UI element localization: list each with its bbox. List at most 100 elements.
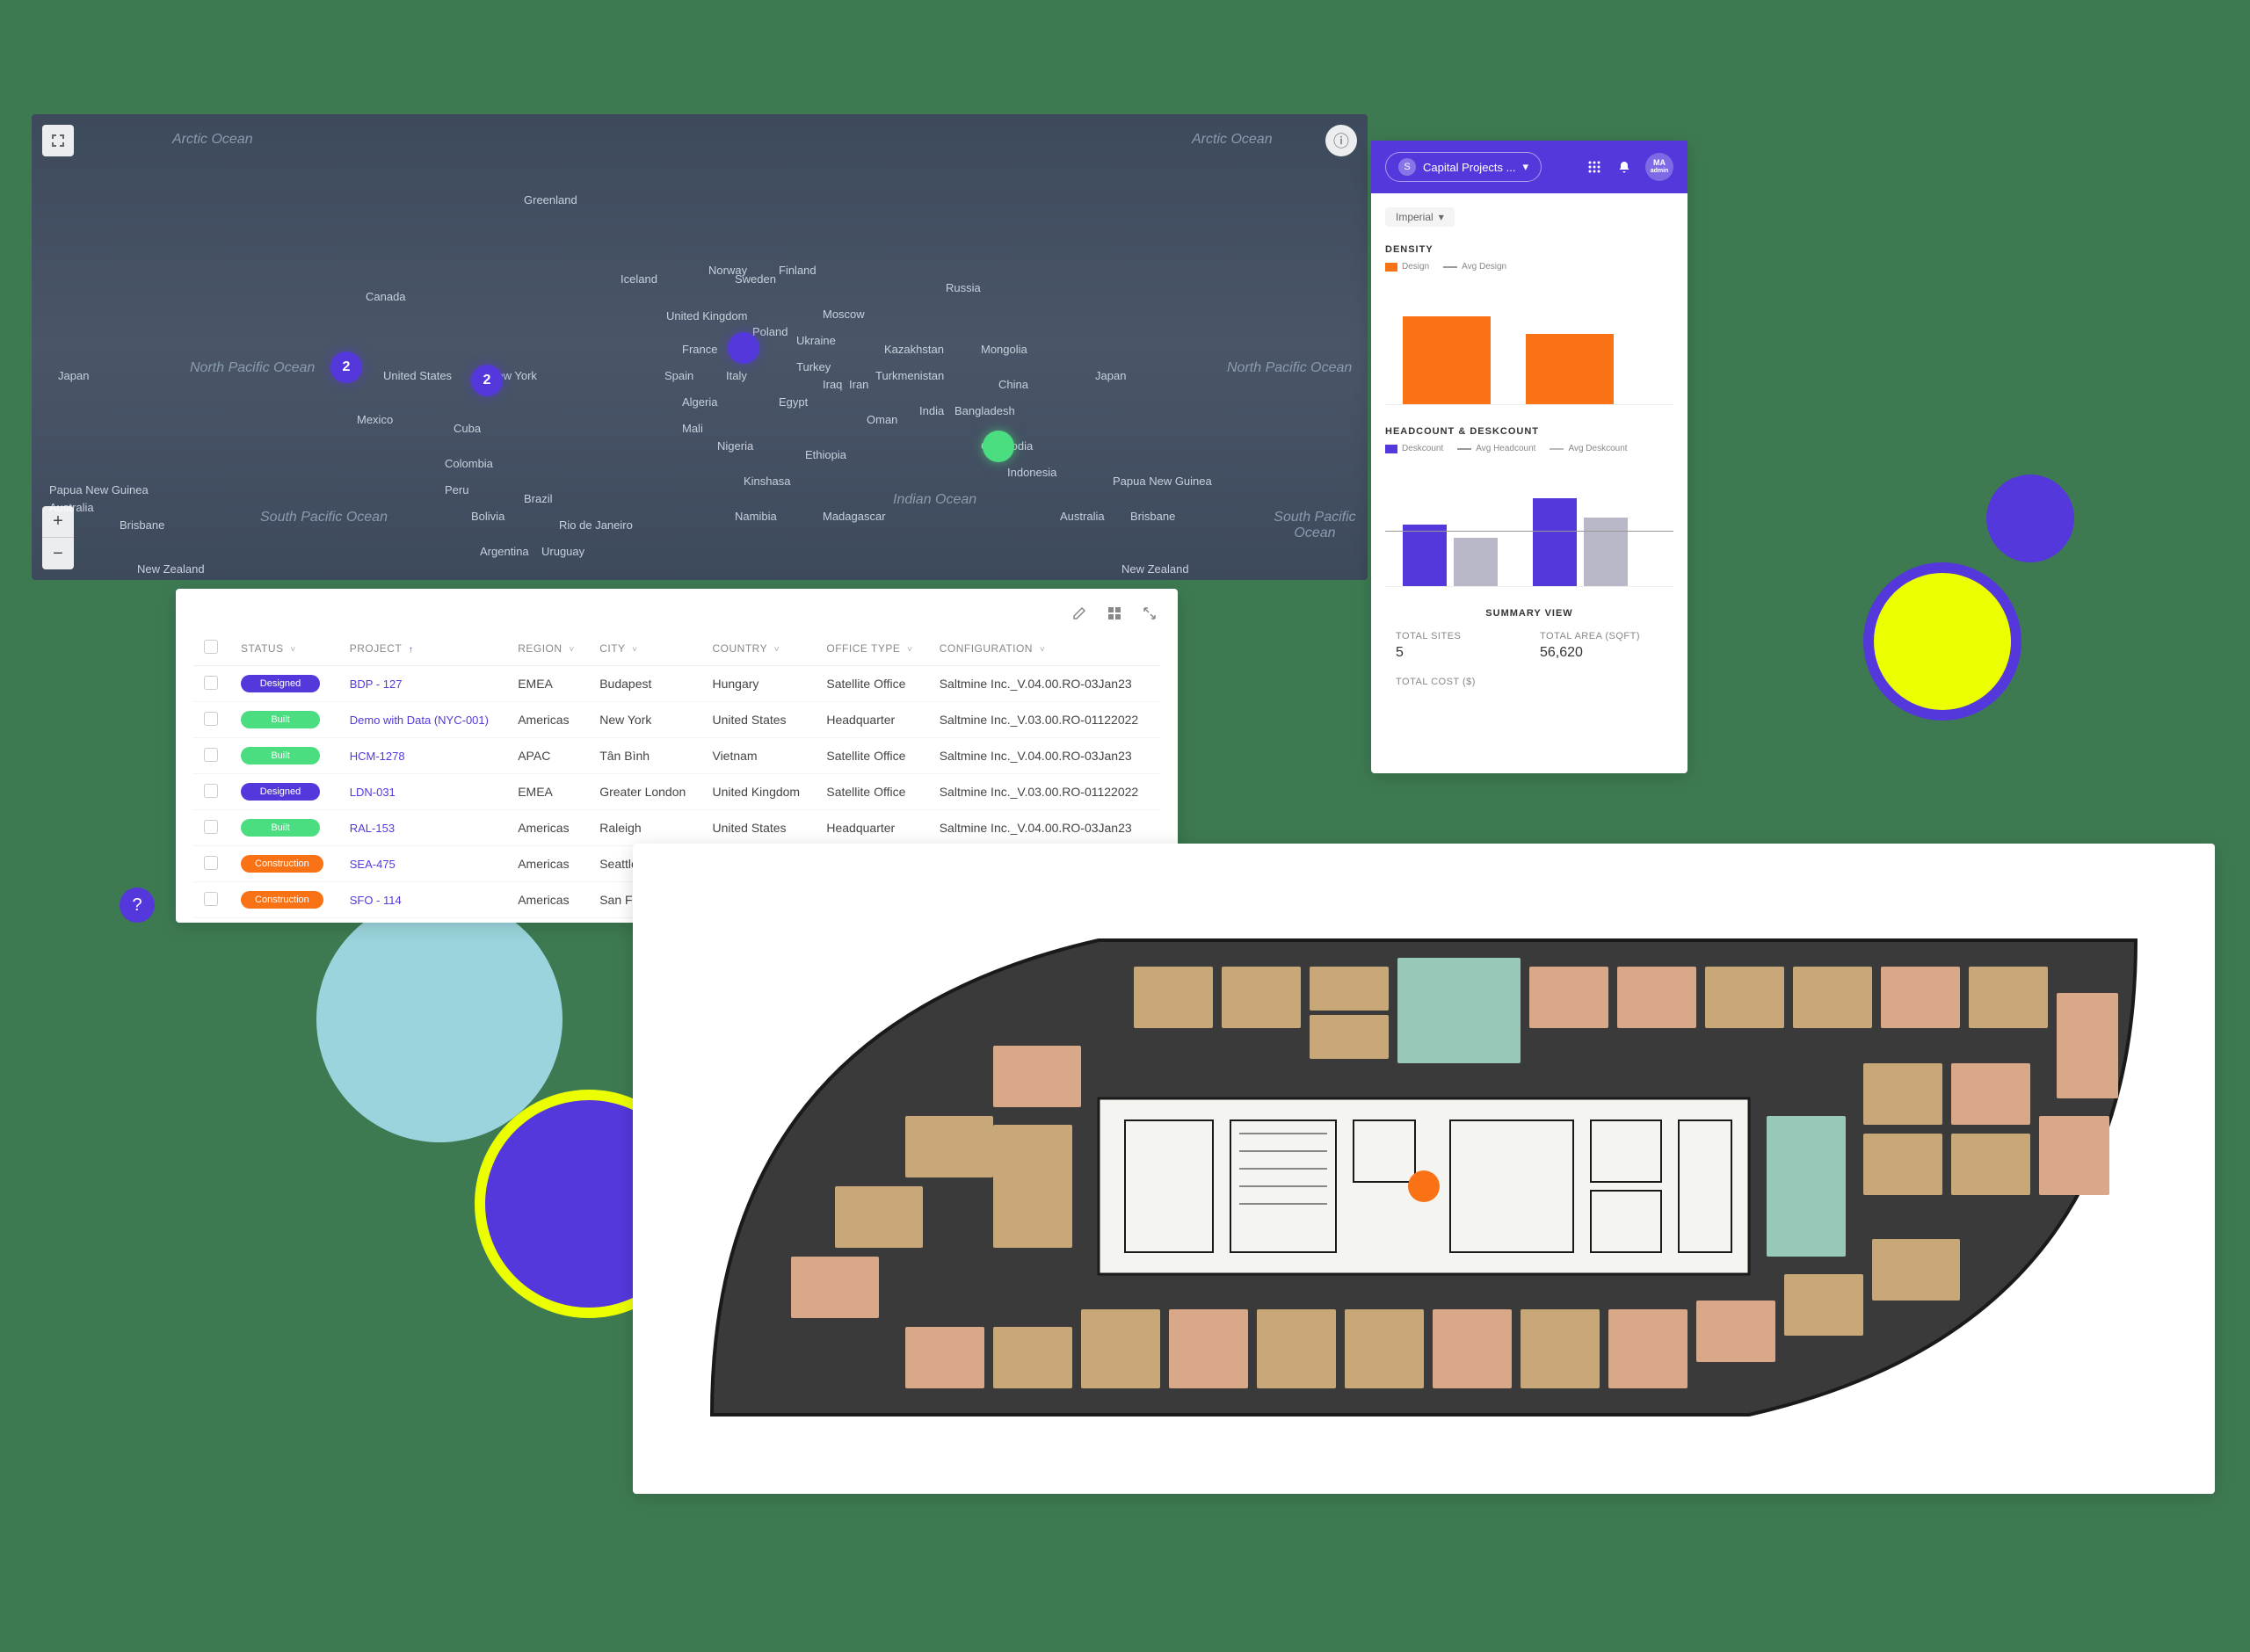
unit-label: Imperial	[1396, 211, 1433, 223]
density-chart	[1385, 282, 1673, 405]
project-link[interactable]: BDP - 127	[350, 677, 403, 691]
country-label: Algeria	[682, 395, 717, 409]
column-header[interactable]: CONFIGURATION ˅	[929, 631, 1160, 666]
country-label: Turkey	[796, 360, 831, 373]
row-checkbox[interactable]	[204, 820, 218, 834]
country-label: Kazakhstan	[884, 343, 944, 356]
info-icon[interactable]: ⓘ	[1325, 125, 1357, 156]
bar	[1403, 316, 1491, 404]
density-chart-section: DENSITY Design Avg Design	[1385, 244, 1673, 405]
cell-region: EMEA	[507, 666, 589, 702]
country-label: Peru	[445, 483, 468, 496]
column-header[interactable]: CITY ˅	[589, 631, 701, 666]
cell-office-type: Satellite Office	[816, 774, 928, 810]
project-link[interactable]: SEA-475	[350, 858, 396, 871]
column-header[interactable]: COUNTRY ˅	[701, 631, 816, 666]
cell-city: Budapest	[589, 666, 701, 702]
sort-icon: ˅	[907, 645, 912, 655]
sort-icon: ˅	[1040, 645, 1045, 655]
country-label: China	[998, 378, 1028, 391]
project-link[interactable]: Demo with Data (NYC-001)	[350, 714, 489, 727]
legend-label: Avg Headcount	[1476, 444, 1535, 453]
headcount-chart-section: HEADCOUNT & DESKCOUNT Deskcount Avg Head…	[1385, 426, 1673, 587]
floorplan-canvas[interactable]	[659, 870, 2188, 1467]
country-label: Finland	[779, 264, 817, 277]
table-row[interactable]: BuiltHCM-1278APACTân BìnhVietnamSatellit…	[193, 738, 1160, 774]
status-pill: Construction	[241, 855, 323, 873]
workspace-badge: S	[1398, 158, 1416, 176]
cell-region: EMEA	[507, 774, 589, 810]
row-checkbox[interactable]	[204, 748, 218, 762]
legend-label: Deskcount	[1402, 444, 1443, 453]
zoom-out-button[interactable]: −	[42, 538, 74, 569]
legend-label: Avg Deskcount	[1568, 444, 1627, 453]
cell-city: Tân Bình	[589, 738, 701, 774]
chart-legend: Design Avg Design	[1385, 262, 1673, 272]
cell-config: Saltmine Inc._V.03.00.RO-01122022	[929, 774, 1160, 810]
expand-icon[interactable]	[1139, 603, 1160, 624]
legend-label: Avg Design	[1462, 262, 1506, 272]
zoom-in-button[interactable]: +	[42, 506, 74, 538]
column-header[interactable]	[193, 631, 230, 666]
dashboard-panel: S Capital Projects ... ▾ MA admin Imperi…	[1371, 141, 1688, 773]
summary-value: 5	[1396, 645, 1519, 661]
country-label: Rio de Janeiro	[559, 518, 633, 532]
decoration-circle-purple-small	[1986, 475, 2074, 562]
country-label: Indonesia	[1007, 466, 1056, 479]
country-label: Brisbane	[1130, 510, 1175, 523]
floorplan-panel	[633, 844, 2215, 1494]
workspace-selector[interactable]: S Capital Projects ... ▾	[1385, 152, 1542, 182]
row-checkbox[interactable]	[204, 856, 218, 870]
country-label: India	[919, 404, 944, 417]
column-header[interactable]: OFFICE TYPE ˅	[816, 631, 928, 666]
apps-icon[interactable]	[1586, 158, 1603, 176]
table-row[interactable]: DesignedBDP - 127EMEABudapestHungarySate…	[193, 666, 1160, 702]
country-label: Nigeria	[717, 439, 753, 453]
column-header[interactable]: STATUS ˅	[230, 631, 339, 666]
country-label: New Zealand	[137, 562, 205, 576]
column-header[interactable]: REGION ˅	[507, 631, 589, 666]
fullscreen-icon[interactable]	[42, 125, 74, 156]
map-canvas[interactable]: Arctic OceanArctic OceanNorth Pacific Oc…	[32, 114, 1368, 580]
cell-config: Saltmine Inc._V.04.00.RO-03Jan23	[929, 666, 1160, 702]
project-link[interactable]: SFO - 114	[350, 894, 402, 907]
map-marker[interactable]: 2	[330, 351, 362, 383]
grid-view-icon[interactable]	[1104, 603, 1125, 624]
project-link[interactable]: LDN-031	[350, 786, 396, 799]
map-marker[interactable]	[728, 332, 759, 364]
table-row[interactable]: DesignedLDN-031EMEAGreater LondonUnited …	[193, 774, 1160, 810]
country-label: Iraq	[823, 378, 842, 391]
table-row[interactable]: BuiltRAL-153AmericasRaleighUnited States…	[193, 810, 1160, 846]
legend-label: Design	[1402, 262, 1429, 272]
project-link[interactable]: RAL-153	[350, 822, 395, 835]
cell-region: Americas	[507, 810, 589, 846]
country-label: Namibia	[735, 510, 777, 523]
column-header[interactable]: PROJECT ↑	[339, 631, 507, 666]
help-button[interactable]: ?	[120, 888, 155, 923]
country-label: Oman	[867, 413, 897, 426]
project-link[interactable]: HCM-1278	[350, 750, 405, 763]
chart-title: DENSITY	[1385, 244, 1673, 255]
summary-grid: TOTAL SITES 5 TOTAL AREA (SQFT) 56,620 T…	[1385, 631, 1673, 691]
avatar[interactable]: MA admin	[1645, 153, 1673, 181]
map-marker[interactable]: 2	[471, 365, 503, 396]
country-label: Iran	[849, 378, 868, 391]
select-all-checkbox[interactable]	[204, 640, 218, 654]
edit-icon[interactable]	[1069, 603, 1090, 624]
table-toolbar	[193, 603, 1160, 624]
cell-country: United States	[701, 702, 816, 738]
cell-office-type: Satellite Office	[816, 738, 928, 774]
row-checkbox[interactable]	[204, 892, 218, 906]
status-pill: Construction	[241, 891, 323, 909]
unit-selector[interactable]: Imperial ▾	[1385, 207, 1455, 227]
bell-icon[interactable]	[1615, 158, 1633, 176]
row-checkbox[interactable]	[204, 784, 218, 798]
row-checkbox[interactable]	[204, 712, 218, 726]
cell-config: Saltmine Inc._V.04.00.RO-03Jan23	[929, 738, 1160, 774]
country-label: Colombia	[445, 457, 493, 470]
row-checkbox[interactable]	[204, 676, 218, 690]
map-marker[interactable]	[983, 431, 1014, 462]
table-row[interactable]: BuiltDemo with Data (NYC-001)AmericasNew…	[193, 702, 1160, 738]
country-label: United States	[383, 369, 452, 382]
country-label: Sweden	[735, 272, 776, 286]
